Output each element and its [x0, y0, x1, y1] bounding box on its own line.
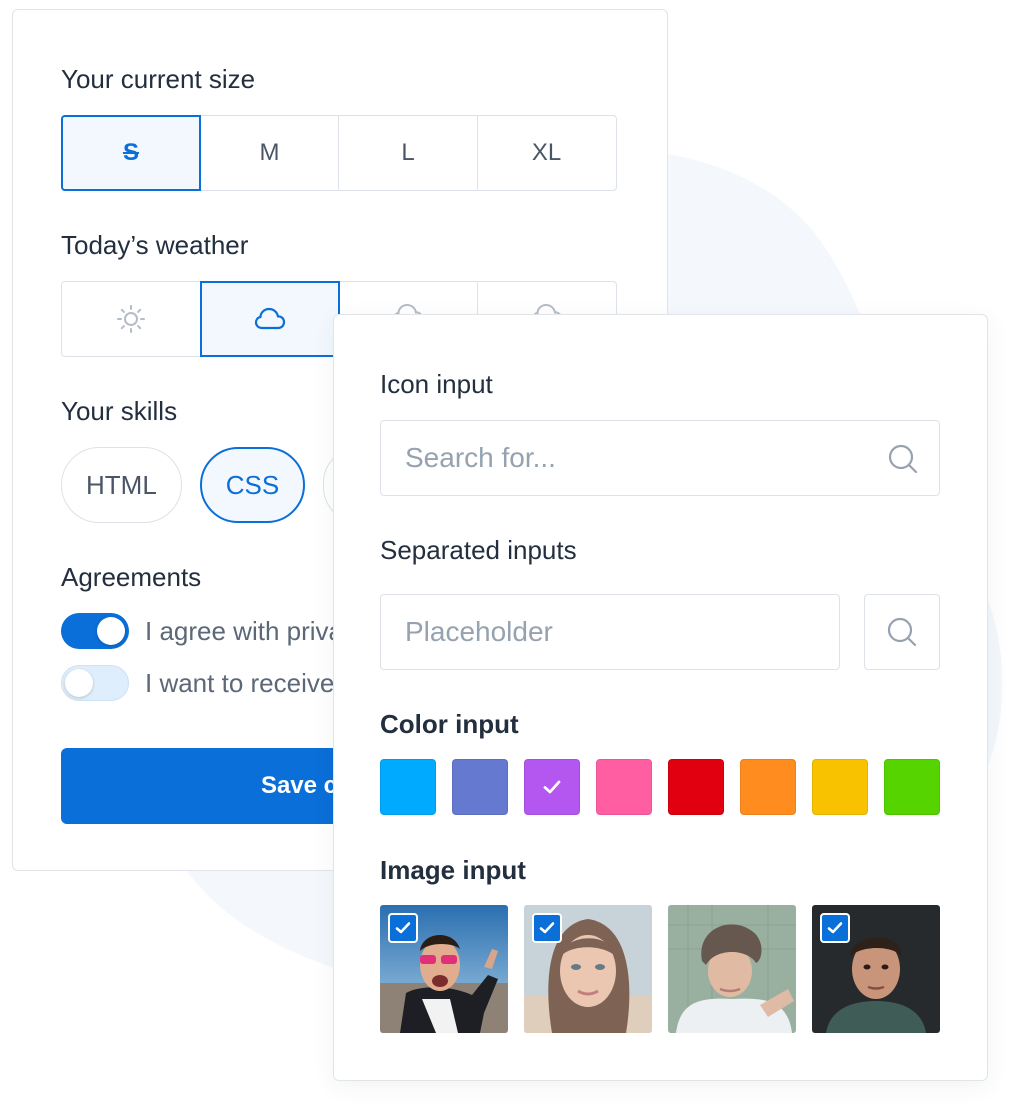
- search-input[interactable]: [381, 421, 939, 495]
- color-swatch-8[interactable]: [884, 759, 940, 815]
- size-option-m[interactable]: M: [199, 115, 340, 191]
- separated-inputs-label: Separated inputs: [380, 535, 577, 565]
- image-option-1[interactable]: [380, 905, 508, 1033]
- checkbox-checked[interactable]: [820, 913, 850, 943]
- checkbox-checked[interactable]: [388, 913, 418, 943]
- check-icon: [539, 922, 555, 934]
- weather-option-sun[interactable]: [61, 281, 201, 357]
- color-swatch-6[interactable]: [740, 759, 796, 815]
- color-swatch-4[interactable]: [596, 759, 652, 815]
- color-swatch-7[interactable]: [812, 759, 868, 815]
- portrait-photo: [668, 905, 796, 1033]
- size-label: Your current size: [61, 64, 256, 94]
- skill-css[interactable]: CSS: [199, 447, 306, 523]
- color-swatch-2[interactable]: [452, 759, 508, 815]
- color-input-label: Color input: [380, 709, 519, 739]
- placeholder-input[interactable]: [381, 595, 839, 669]
- skill-html[interactable]: HTML: [61, 447, 182, 523]
- search-icon: [888, 444, 918, 474]
- image-options: [380, 905, 940, 1033]
- check-icon: [543, 780, 561, 794]
- size-option-xl[interactable]: XL: [476, 115, 617, 191]
- separated-field: [380, 594, 840, 670]
- search-icon: [887, 617, 917, 647]
- color-swatch-3[interactable]: [524, 759, 580, 815]
- check-icon: [827, 922, 843, 934]
- color-swatch-5[interactable]: [668, 759, 724, 815]
- cloud-icon: [254, 307, 285, 330]
- weather-option-cloud[interactable]: [199, 281, 340, 357]
- icon-input-label: Icon input: [380, 369, 493, 399]
- weather-label: Today’s weather: [61, 230, 249, 260]
- color-swatch-1[interactable]: [380, 759, 436, 815]
- search-button[interactable]: [864, 594, 940, 670]
- privacy-toggle[interactable]: [61, 613, 129, 649]
- toggle-knob: [97, 617, 125, 645]
- image-input-label: Image input: [380, 855, 526, 885]
- agreements-label: Agreements: [61, 562, 202, 592]
- color-swatches: [380, 759, 940, 815]
- newsletter-toggle[interactable]: [61, 665, 129, 701]
- check-icon: [395, 922, 411, 934]
- checkbox-checked[interactable]: [532, 913, 562, 943]
- size-option-l[interactable]: L: [338, 115, 478, 191]
- size-option-s[interactable]: S: [61, 115, 201, 191]
- size-selector: S M L XL: [61, 115, 617, 191]
- image-option-2[interactable]: [524, 905, 652, 1033]
- sun-icon: [117, 305, 145, 333]
- image-option-3[interactable]: [668, 905, 796, 1033]
- inputs-card: Icon input Separated inputs Color input …: [333, 314, 988, 1081]
- image-option-4[interactable]: [812, 905, 940, 1033]
- toggle-knob: [65, 668, 93, 697]
- skills-label: Your skills: [61, 396, 178, 426]
- icon-search-field: [380, 420, 940, 496]
